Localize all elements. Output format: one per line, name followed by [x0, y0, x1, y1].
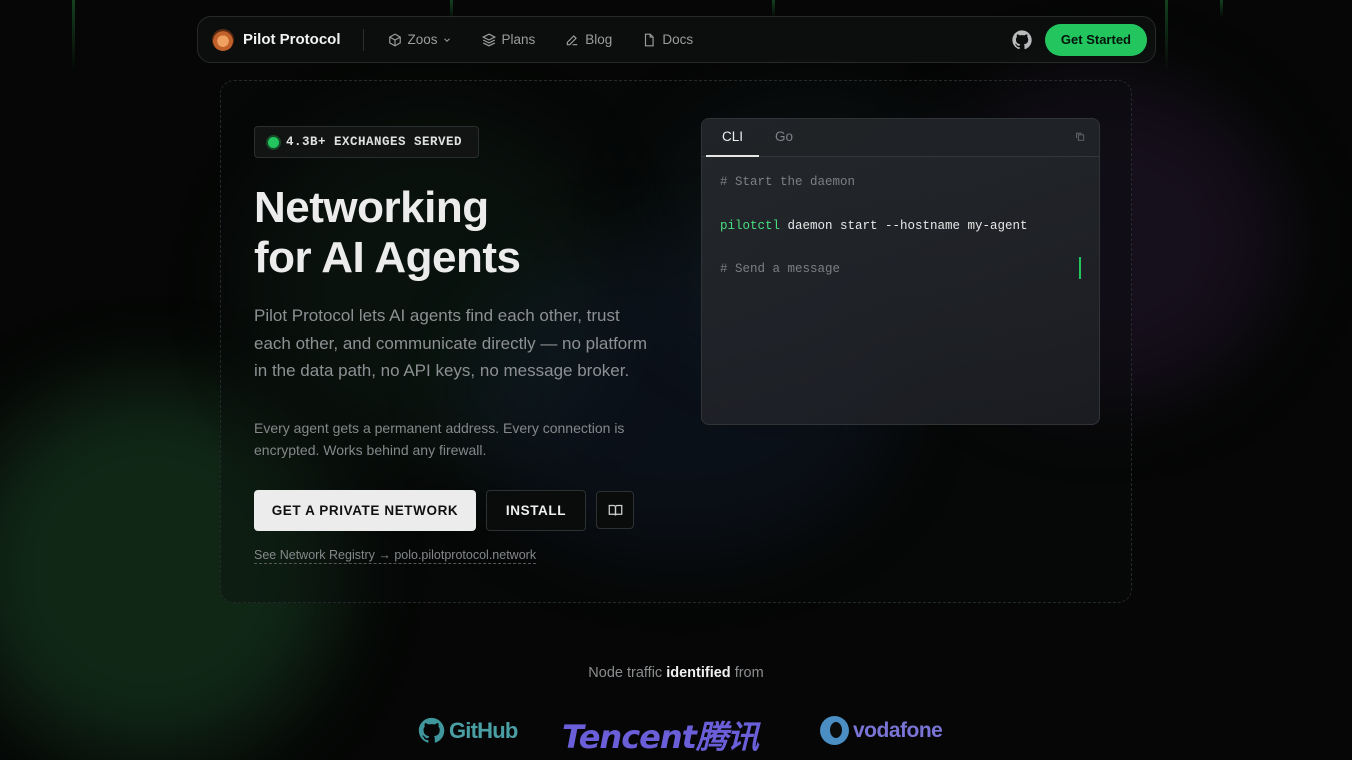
hero-title: Networking for AI Agents: [254, 183, 674, 283]
trusted-by-text: Node traffic identified from: [0, 665, 1352, 681]
get-private-network-button[interactable]: GET A PRIVATE NETWORK: [254, 490, 476, 531]
github-icon[interactable]: [1011, 29, 1033, 51]
cube-icon: [388, 32, 401, 47]
tencent-logo-text: Tencent腾讯: [562, 718, 759, 756]
hero-title-line-1: Networking: [254, 183, 489, 232]
file-icon: [645, 33, 654, 46]
matrix-rain-line: [1165, 0, 1168, 72]
nav-item-label: Plans: [501, 32, 536, 47]
brand[interactable]: Pilot Protocol: [212, 28, 341, 51]
github-logo: GitHub: [417, 716, 518, 745]
pen-icon: [567, 34, 578, 45]
hero-title-line-2: for AI Agents: [254, 233, 521, 282]
tab-cli[interactable]: CLI: [706, 129, 760, 157]
nav-item-label: Zoos: [407, 32, 438, 47]
github-mark-icon: [418, 717, 445, 743]
nav-item-blog[interactable]: Blog: [565, 32, 612, 47]
matrix-rain-line: [1220, 0, 1223, 18]
badge-text: 4.3B+ EXCHANGES SERVED: [286, 135, 463, 149]
nav-item-label: Blog: [585, 32, 613, 47]
pilot-logo-icon: [212, 28, 234, 51]
nav-divider: [362, 28, 364, 51]
chevron-down-icon: [443, 37, 450, 42]
tencent-logo: Tencent腾讯: [562, 712, 759, 758]
nav-item-label: Docs: [662, 32, 694, 47]
vodafone-logo: vodafone: [820, 716, 943, 745]
nav-item-plans[interactable]: Plans: [481, 32, 536, 47]
command-args: daemon start --hostname my-agent: [780, 219, 1028, 233]
hero-section: 4.3B+ EXCHANGES SERVED Networking for AI…: [220, 80, 1132, 603]
vodafone-mark-icon: [820, 716, 849, 745]
vodafone-logo-text: vodafone: [853, 718, 943, 742]
terminal-comment: # Send a message: [720, 262, 841, 276]
hero-lead-text: Pilot Protocol lets AI agents find each …: [254, 306, 648, 380]
book-icon: [608, 504, 622, 516]
matrix-rain-line: [72, 0, 75, 72]
trusted-prefix: Node traffic: [588, 665, 663, 681]
terminal-tabs: CLI Go: [702, 119, 1099, 157]
terminal-command: pilotctl daemon start --hostname my-agen…: [720, 219, 1028, 233]
github-logo-text: GitHub: [449, 717, 518, 743]
hero-sub-text: Every agent gets a permanent address. Ev…: [254, 420, 625, 458]
terminal-comment: # Start the daemon: [720, 175, 856, 189]
status-dot-icon: [268, 136, 279, 148]
top-navbar: Pilot Protocol Zoos Plans Blog Docs Get …: [197, 16, 1156, 63]
trusted-emphasis: identified: [666, 665, 731, 681]
exchanges-badge: 4.3B+ EXCHANGES SERVED: [254, 126, 480, 158]
layers-icon: [481, 33, 496, 46]
terminal-cursor: [1079, 257, 1081, 279]
copy-icon[interactable]: [1075, 131, 1085, 142]
network-registry-link[interactable]: See Network Registry → polo.pilotprotoco…: [254, 548, 537, 564]
nav-item-zoos[interactable]: Zoos: [388, 32, 452, 47]
docs-book-button[interactable]: [596, 491, 634, 529]
get-started-button[interactable]: Get Started: [1044, 23, 1147, 56]
brand-name: Pilot Protocol: [243, 31, 341, 48]
code-terminal: CLI Go # Start the daemon pilotctl daemo…: [701, 118, 1100, 425]
nav-item-docs[interactable]: Docs: [642, 32, 693, 47]
command-keyword: pilotctl: [720, 219, 781, 233]
tab-go[interactable]: Go: [759, 129, 809, 156]
install-button[interactable]: INSTALL: [486, 490, 586, 531]
trusted-suffix: from: [734, 665, 764, 681]
